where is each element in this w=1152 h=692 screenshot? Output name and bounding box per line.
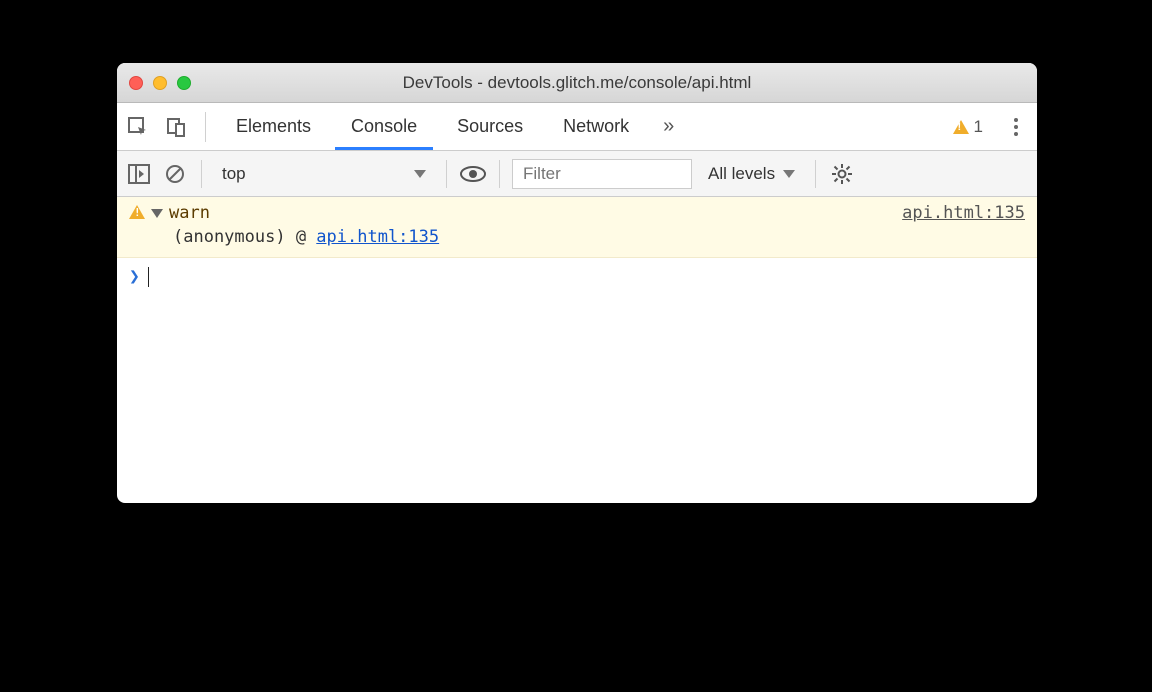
toggle-console-sidebar-icon[interactable] bbox=[125, 160, 153, 188]
device-toggle-icon[interactable] bbox=[161, 112, 191, 142]
warnings-badge[interactable]: 1 bbox=[953, 117, 993, 137]
levels-label: All levels bbox=[708, 164, 775, 184]
context-label: top bbox=[222, 164, 246, 184]
console-output: warn api.html:135 (anonymous) @ api.html… bbox=[117, 197, 1037, 503]
separator bbox=[205, 112, 206, 142]
separator bbox=[499, 160, 500, 188]
tab-sources[interactable]: Sources bbox=[441, 103, 539, 150]
console-settings-icon[interactable] bbox=[828, 160, 856, 188]
traffic-lights bbox=[129, 76, 191, 90]
separator bbox=[815, 160, 816, 188]
warning-count: 1 bbox=[974, 117, 983, 137]
chevron-down-icon bbox=[414, 170, 426, 178]
minimize-window-button[interactable] bbox=[153, 76, 167, 90]
warning-icon bbox=[129, 205, 145, 219]
log-levels-select[interactable]: All levels bbox=[700, 164, 803, 184]
execution-context-select[interactable]: top bbox=[214, 162, 434, 186]
warning-icon bbox=[953, 120, 969, 134]
text-cursor bbox=[148, 267, 150, 287]
zoom-window-button[interactable] bbox=[177, 76, 191, 90]
settings-menu-button[interactable] bbox=[1001, 118, 1031, 136]
devtools-window: DevTools - devtools.glitch.me/console/ap… bbox=[117, 63, 1037, 503]
stack-prefix: (anonymous) @ bbox=[173, 227, 316, 247]
close-window-button[interactable] bbox=[129, 76, 143, 90]
main-tabbar: Elements Console Sources Network » 1 bbox=[117, 103, 1037, 151]
more-tabs-button[interactable]: » bbox=[653, 115, 684, 138]
tab-console[interactable]: Console bbox=[335, 103, 433, 150]
tab-network[interactable]: Network bbox=[547, 103, 645, 150]
console-prompt[interactable]: ❯ bbox=[117, 258, 1037, 295]
window-titlebar: DevTools - devtools.glitch.me/console/ap… bbox=[117, 63, 1037, 103]
chevron-down-icon bbox=[783, 170, 795, 178]
window-title: DevTools - devtools.glitch.me/console/ap… bbox=[117, 73, 1037, 93]
log-stack-frame: (anonymous) @ api.html:135 bbox=[129, 223, 1025, 247]
console-toolbar: top All levels bbox=[117, 151, 1037, 197]
clear-console-icon[interactable] bbox=[161, 160, 189, 188]
stack-source-link[interactable]: api.html:135 bbox=[316, 227, 439, 247]
separator bbox=[201, 160, 202, 188]
log-message-text: warn bbox=[169, 203, 210, 223]
live-expression-icon[interactable] bbox=[459, 160, 487, 188]
log-source-link[interactable]: api.html:135 bbox=[902, 203, 1025, 223]
inspect-element-icon[interactable] bbox=[123, 112, 153, 142]
separator bbox=[446, 160, 447, 188]
prompt-caret-icon: ❯ bbox=[129, 266, 140, 287]
disclosure-triangle-icon[interactable] bbox=[151, 209, 163, 218]
console-message-warn[interactable]: warn api.html:135 (anonymous) @ api.html… bbox=[117, 197, 1037, 258]
filter-input[interactable] bbox=[512, 159, 692, 189]
tab-elements[interactable]: Elements bbox=[220, 103, 327, 150]
